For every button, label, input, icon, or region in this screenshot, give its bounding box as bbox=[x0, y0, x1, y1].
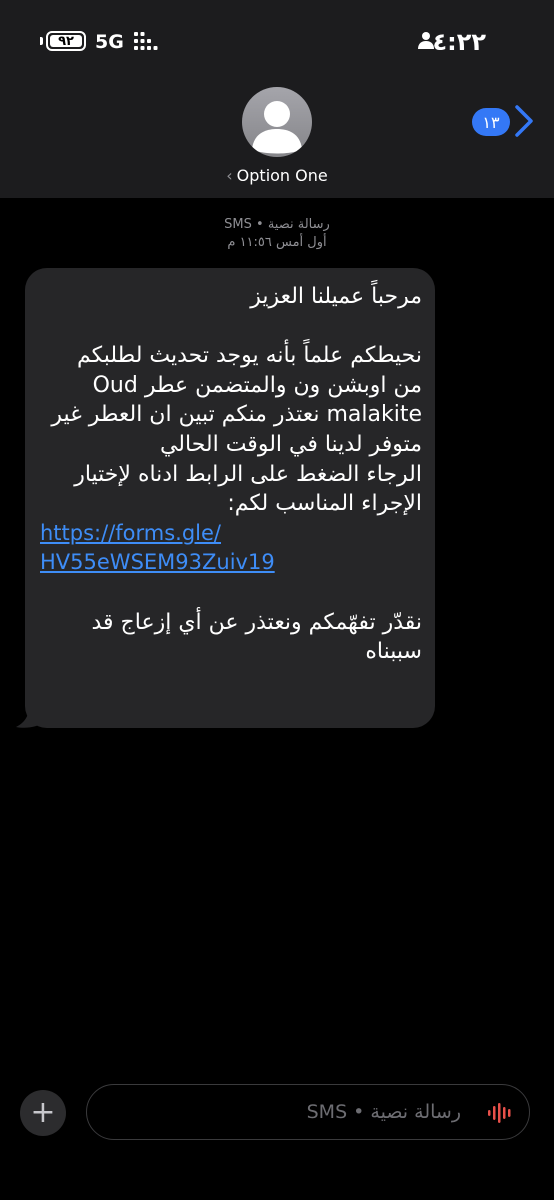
battery-level: ٩٢ bbox=[58, 33, 74, 49]
message-timestamp: أول أمس ١١:٥٦ م bbox=[227, 235, 327, 250]
contact-name: Option One bbox=[236, 166, 328, 185]
message-line: الرجاء الضغط على الرابط ادناه لإختيار bbox=[74, 461, 422, 487]
avatar-silhouette-icon bbox=[252, 101, 302, 154]
message-input[interactable]: رسالة نصية • SMS bbox=[86, 1084, 530, 1140]
contact-name-row[interactable]: ‹ Option One bbox=[0, 166, 554, 185]
message-line: نحيطكم علماً بأنه يوجد تحديث لطلبكم bbox=[76, 343, 422, 369]
message-line: malakite نعتذر منكم تبين ان العطر غير bbox=[51, 402, 422, 428]
battery-icon: ٩٢ bbox=[46, 31, 86, 51]
plus-icon[interactable]: + bbox=[20, 1090, 66, 1136]
message-link[interactable]: HV55eWSEM93Zuiv19 bbox=[40, 548, 422, 578]
message-line: الإجراء المناسب لكم: bbox=[227, 491, 422, 517]
message-line: من اوبشن ون والمتضمن عطر Oud bbox=[92, 372, 422, 398]
message-line: نقدّر تفهّمكم ونعتذر عن أي إزعاج قد bbox=[91, 609, 423, 635]
chevron-small-icon: ‹ bbox=[226, 166, 233, 185]
chevron-right-icon[interactable] bbox=[514, 104, 534, 138]
message-line: سببناه bbox=[365, 639, 422, 665]
waveform-mic-icon[interactable] bbox=[487, 1103, 515, 1123]
unread-count-badge[interactable]: ١٣ bbox=[472, 108, 510, 136]
message-line: متوفر لدينا في الوقت الحالي bbox=[159, 431, 422, 457]
message-text: مرحباً عميلنا العزيز نحيطكم علماً بأنه ي… bbox=[40, 282, 422, 667]
person-icon bbox=[418, 32, 434, 49]
message-meta: رسالة نصية • SMS أول أمس ١١:٥٦ م bbox=[0, 216, 554, 252]
network-type: 5G bbox=[95, 31, 124, 53]
signal-icon bbox=[134, 32, 158, 50]
message-line: مرحباً عميلنا العزيز bbox=[250, 284, 422, 309]
message-link[interactable]: https://forms.gle/ bbox=[40, 519, 422, 549]
battery-nub bbox=[40, 37, 43, 45]
message-input-placeholder: رسالة نصية • SMS bbox=[306, 1101, 461, 1123]
status-time: ٤:٢٢ bbox=[432, 28, 486, 56]
service-label: رسالة نصية • SMS bbox=[224, 217, 330, 232]
contact-avatar[interactable] bbox=[242, 87, 312, 157]
